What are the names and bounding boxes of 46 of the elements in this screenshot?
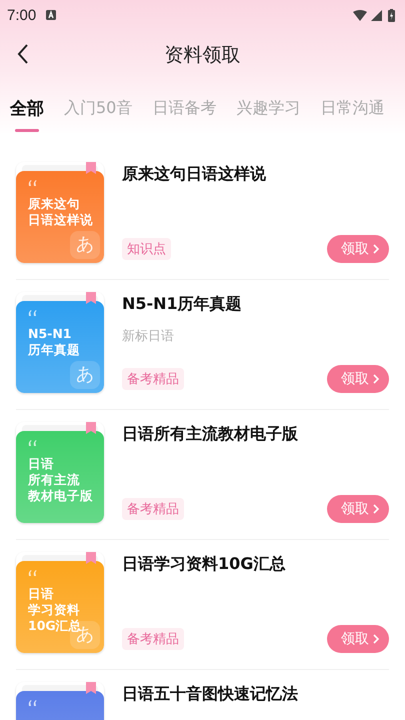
bookmark-icon: [86, 162, 96, 174]
item-title: 日语所有主流教材电子版: [122, 424, 299, 445]
back-icon: [16, 42, 30, 64]
claim-button[interactable]: 领取: [327, 365, 389, 393]
chevron-right-icon: [373, 374, 379, 384]
item-title: N5-N1历年真题: [122, 294, 243, 315]
category-tab[interactable]: 全部: [10, 96, 44, 120]
category-tab[interactable]: 日常沟通: [320, 96, 384, 120]
cover-text: N5-N1 历年真题: [28, 326, 80, 358]
notification-icon: [46, 10, 56, 20]
page-title: 资料领取: [164, 43, 240, 68]
item-tag: 备考精品: [122, 628, 184, 650]
bookmark-icon: [86, 422, 96, 434]
claim-button[interactable]: 领取: [327, 235, 389, 263]
item-tag: 备考精品: [122, 368, 184, 390]
category-tab[interactable]: 兴趣学习: [236, 96, 300, 120]
bookmark-icon: [86, 292, 96, 304]
item-subtitle: 新标日语: [122, 328, 175, 345]
battery-icon: [388, 8, 395, 22]
status-time: 7:00: [7, 6, 36, 24]
cover-kana: あ: [70, 361, 100, 389]
item-title: 日语学习资料10G汇总: [122, 554, 286, 575]
cover-text: 日语 所有主流 教材电子版: [28, 456, 93, 504]
bookmark-icon: [86, 552, 96, 564]
chevron-right-icon: [373, 504, 379, 514]
quote-icon: [28, 180, 37, 186]
claim-button[interactable]: 领取: [327, 495, 389, 523]
signal-icon: [371, 10, 382, 20]
item-tag: 备考精品: [122, 498, 184, 520]
chevron-right-icon: [373, 634, 379, 644]
tab-indicator: [15, 129, 39, 132]
cover-text: 原来这句 日语这样说: [28, 196, 93, 228]
quote-icon: [28, 440, 37, 446]
item-title: 日语五十音图快速记忆法: [122, 684, 299, 705]
quote-icon: [28, 700, 37, 706]
cover-kana: あ: [70, 231, 100, 259]
bookmark-icon: [86, 682, 96, 694]
claim-button[interactable]: 领取: [327, 625, 389, 653]
category-tab[interactable]: 入门50音: [64, 96, 132, 120]
item-title: 原来这句日语这样说: [122, 164, 267, 185]
item-tag: 知识点: [122, 238, 171, 260]
category-tab[interactable]: 日语备考: [152, 96, 216, 120]
quote-icon: [28, 570, 37, 576]
chevron-right-icon: [373, 244, 379, 254]
quote-icon: [28, 310, 37, 316]
wifi-icon: [353, 10, 367, 20]
